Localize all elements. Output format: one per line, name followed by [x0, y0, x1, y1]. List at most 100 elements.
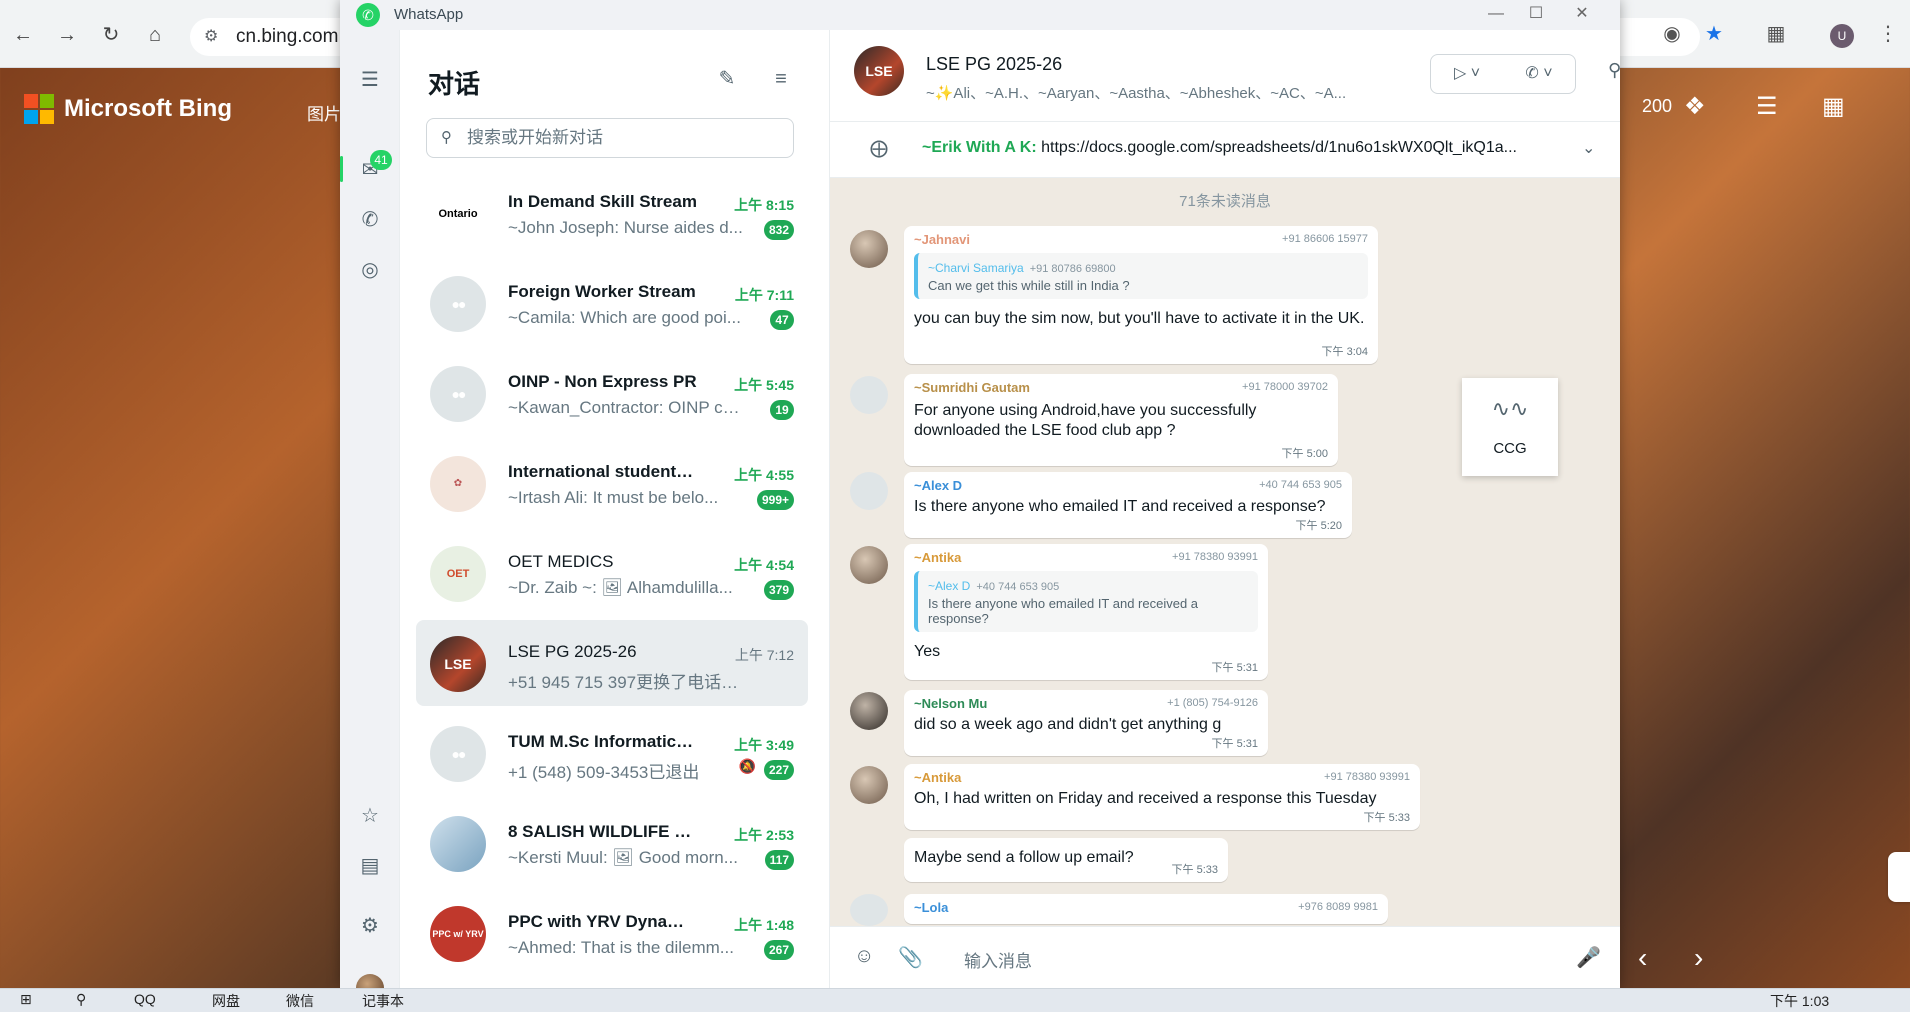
chat-avatar	[430, 816, 486, 872]
sender-avatar[interactable]	[850, 692, 888, 730]
chat-name: International students...	[508, 462, 698, 481]
attach-icon[interactable]: 📎	[898, 945, 923, 970]
reload-icon[interactable]: ↻	[98, 22, 124, 48]
unread-badge: 379	[763, 580, 794, 600]
message-time: 下午 5:31	[1211, 738, 1258, 750]
video-call-icon[interactable]: ▷ ˅	[1431, 55, 1503, 93]
quoted-message[interactable]: ~Alex D +40 744 653 905 Is there anyone w…	[914, 571, 1258, 632]
sender-avatar[interactable]	[850, 546, 888, 584]
pinned-text: ~Erik With A K: https://docs.google.com/…	[922, 139, 1572, 157]
rewards-points[interactable]: 200	[1642, 96, 1672, 117]
taskbar-notepad[interactable]: 记事本	[362, 991, 404, 1011]
chevron-down-icon[interactable]: ⌄	[1582, 138, 1595, 158]
bing-logo[interactable]: Microsoft Bing	[24, 94, 232, 124]
filter-icon[interactable]: ≡	[766, 64, 796, 94]
chat-name: In Demand Skill Stream	[508, 192, 697, 211]
chat-row-salish[interactable]: 8 SALISH WILDLIFE W... 上午 2:53 ~Kersti M…	[416, 800, 808, 886]
message-text: Oh, I had written on Friday and received…	[914, 790, 1377, 807]
unread-badge: 832	[763, 220, 794, 240]
search-icon[interactable]: ⚲	[76, 991, 86, 1008]
chat-preview: +51 945 715 397更换了电话号...	[508, 673, 744, 692]
chat-row-oet-medics[interactable]: OET MEDICS OET MEDICS 上午 4:54 ~Dr. Zaib …	[416, 530, 808, 616]
next-wallpaper-icon[interactable]: ›	[1694, 942, 1703, 974]
bookmark-star-icon[interactable]: ★	[1700, 20, 1728, 48]
settings-icon[interactable]: ⚙	[354, 910, 386, 942]
conversation-header[interactable]: LSE LSE PG 2025-26 ~✨Ali、~A.H.、~Aaryan、~…	[830, 30, 1621, 122]
chat-time: 上午 4:54	[734, 557, 794, 573]
profile-avatar[interactable]: U	[1830, 24, 1854, 48]
message-bubble: ~Alex D +40 744 653 905 Is there anyone …	[904, 472, 1352, 538]
start-icon[interactable]: ⊞	[20, 991, 32, 1008]
new-chat-icon[interactable]: ✎	[712, 64, 742, 94]
bing-logo-text: Microsoft Bing	[64, 95, 232, 122]
group-avatar-icon	[430, 726, 486, 782]
chat-row-tum[interactable]: TUM M.Sc Informatics... 上午 3:49 +1 (548)…	[416, 710, 808, 796]
maximize-button[interactable]: ☐	[1516, 2, 1556, 26]
taskbar-netdisk[interactable]: 网盘	[212, 991, 240, 1011]
search-input[interactable]: ⚲ 搜索或开始新对话	[426, 118, 794, 158]
prev-wallpaper-icon[interactable]: ‹	[1638, 942, 1647, 974]
microsoft-logo-icon	[24, 94, 54, 124]
chat-row-oinp[interactable]: OINP - Non Express PR 上午 5:45 ~Kawan_Con…	[416, 350, 808, 436]
scroll-down-icon[interactable]: ↓	[1888, 852, 1910, 902]
chat-name: 8 SALISH WILDLIFE W...	[508, 822, 698, 841]
message-text: Is there anyone who emailed IT and recei…	[914, 498, 1326, 515]
back-icon[interactable]: ←	[10, 22, 36, 48]
site-info-icon[interactable]: ⚙	[204, 18, 218, 56]
group-name[interactable]: LSE PG 2025-26	[926, 54, 1062, 75]
chat-time: 上午 1:48	[734, 917, 794, 933]
ccg-widget[interactable]: ∿∿ CCG	[1462, 378, 1558, 476]
search-icon[interactable]: ⚲	[1608, 60, 1621, 81]
bing-tab-images[interactable]: 图片	[307, 100, 341, 125]
window-title: WhatsApp	[394, 6, 464, 23]
menu-icon[interactable]: ☰	[1756, 92, 1778, 121]
message-bubble: ~Lola +976 8089 9981	[904, 894, 1388, 924]
close-button[interactable]: ✕	[1562, 2, 1602, 26]
emoji-icon[interactable]: ☺	[854, 945, 874, 968]
status-icon[interactable]: ◎	[354, 254, 386, 286]
qr-code-icon[interactable]: ▦	[1822, 92, 1845, 121]
message-time: 下午 5:20	[1295, 520, 1342, 532]
home-icon[interactable]: ⌂	[142, 22, 168, 48]
quote-text: Is there anyone who emailed IT and recei…	[928, 596, 1199, 626]
chat-row-in-demand[interactable]: Ontario In Demand Skill Stream 上午 8:15 ~…	[416, 170, 808, 256]
minimize-button[interactable]: —	[1476, 2, 1516, 26]
chat-preview: ~Kersti Muul: 🖼 Good morn...	[508, 848, 738, 867]
taskbar-wechat[interactable]: 微信	[286, 991, 314, 1011]
chat-time: 上午 8:15	[734, 197, 794, 213]
chat-row-ppc[interactable]: PPC w/ YRV DYNAMICS PPC with YRV Dynamic…	[416, 890, 808, 976]
rewards-medal-icon[interactable]: ❖	[1684, 92, 1706, 121]
more-icon[interactable]: ⋮	[1874, 20, 1902, 48]
sender-avatar[interactable]	[850, 376, 888, 414]
forward-icon[interactable]: →	[54, 22, 80, 48]
extensions-icon[interactable]: ▦	[1762, 20, 1790, 48]
chat-row-lse-pg[interactable]: LSE LSE PG 2025-26 上午 7:12 +51 945 715 3…	[416, 620, 808, 706]
chat-list-title: 对话	[428, 69, 481, 99]
nav-rail: ☰ ✉ 41 ✆ ◎ ☆ ▤ ⚙	[340, 30, 400, 1002]
voice-call-icon[interactable]: ✆ ˅	[1503, 55, 1575, 93]
eye-off-icon[interactable]: ◉	[1658, 20, 1686, 48]
calls-icon[interactable]: ✆	[354, 204, 386, 236]
chats-badge: 41	[370, 150, 392, 170]
chat-row-foreign-worker[interactable]: Foreign Worker Stream 上午 7:11 ~Camila: W…	[416, 260, 808, 346]
taskbar-qq[interactable]: QQ	[134, 991, 156, 1007]
pinned-message[interactable]: ⨁ ~Erik With A K: https://docs.google.co…	[830, 122, 1620, 178]
chat-preview: ~Dr. Zaib ~: 🖼 Alhamdulilla...	[508, 578, 733, 597]
quoted-message[interactable]: ~Charvi Samariya +91 80786 69800 Can we g…	[914, 253, 1368, 299]
sender-avatar[interactable]	[850, 894, 888, 926]
ccg-label: CCG	[1493, 440, 1527, 457]
starred-icon[interactable]: ☆	[354, 800, 386, 832]
chat-row-international-students[interactable]: ✿ International students... 上午 4:55 ~Irt…	[416, 440, 808, 526]
message-input[interactable]: 输入消息	[964, 947, 1032, 972]
sender-avatar[interactable]	[850, 472, 888, 510]
microphone-icon[interactable]: 🎤	[1576, 945, 1601, 970]
chat-avatar: LSE	[430, 636, 486, 692]
sender-avatar[interactable]	[850, 766, 888, 804]
menu-icon[interactable]: ☰	[354, 64, 386, 96]
group-avatar[interactable]: LSE	[854, 46, 904, 96]
taskbar-clock[interactable]: 下午 1:03	[1770, 991, 1829, 1011]
sender-avatar[interactable]	[850, 230, 888, 268]
archive-icon[interactable]: ▤	[354, 850, 386, 882]
pinned-sender: ~Erik With A K:	[922, 139, 1037, 156]
chat-avatar: OET MEDICS	[430, 546, 486, 602]
